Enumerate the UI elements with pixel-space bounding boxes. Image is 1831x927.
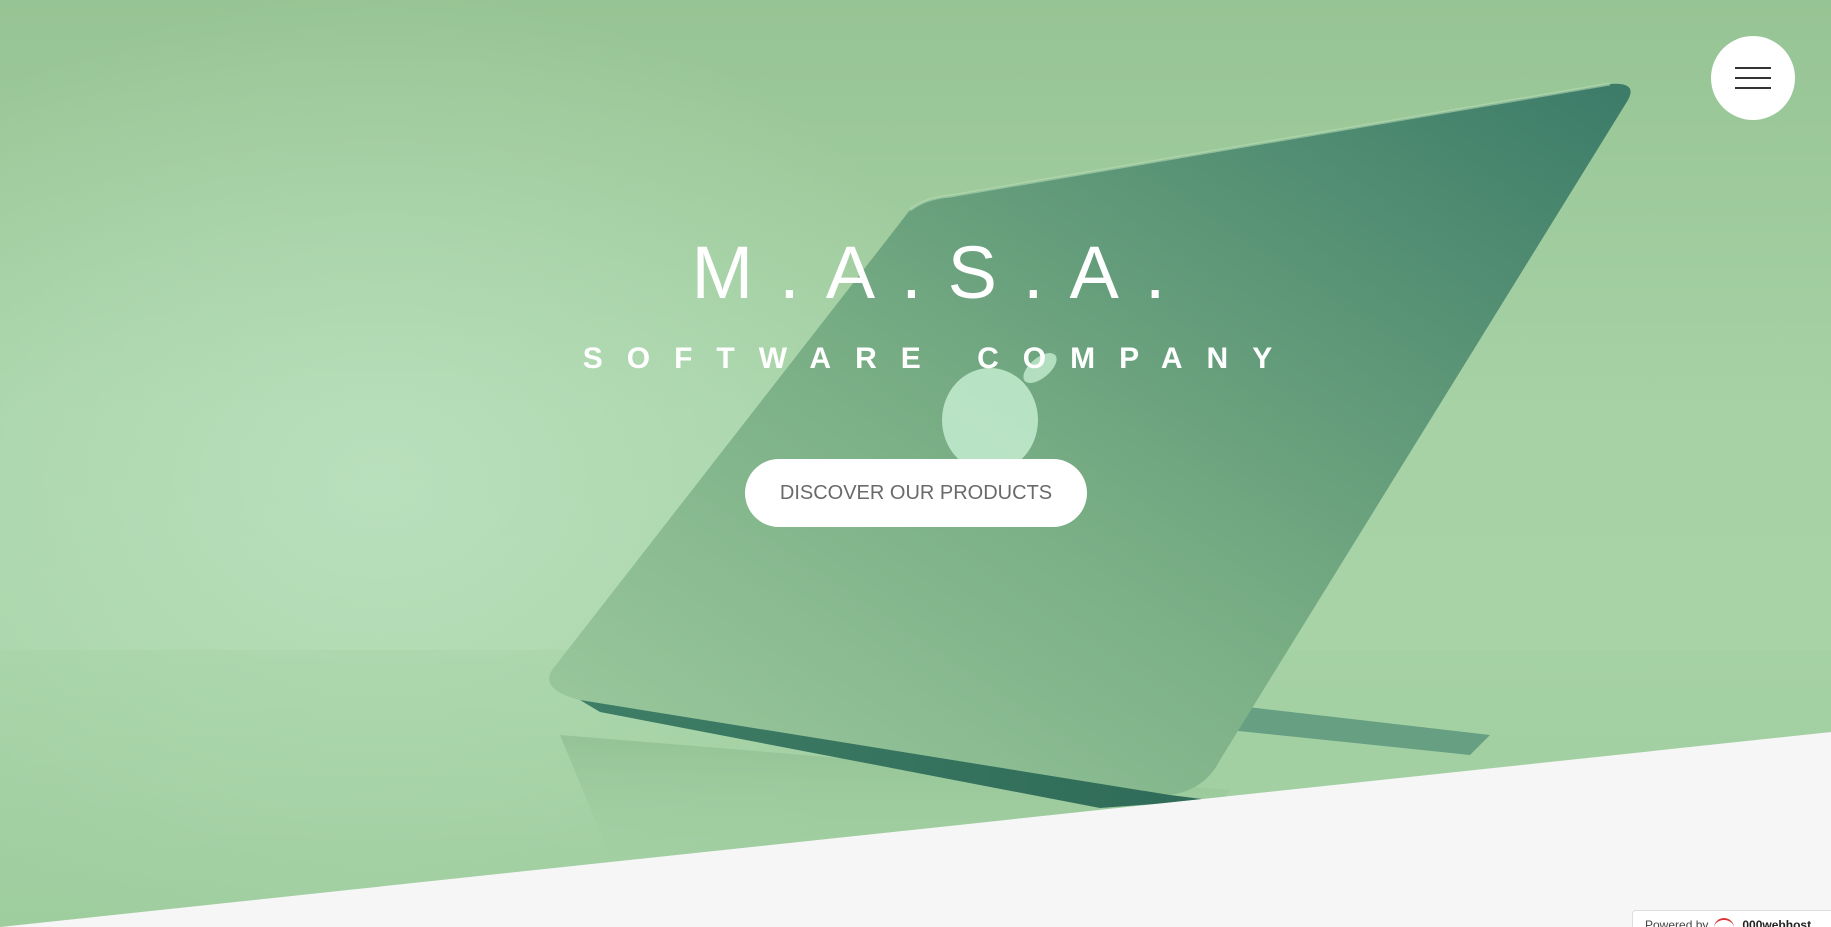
hero-subtitle: SOFTWARE COMPANY xyxy=(582,342,1297,375)
powered-by-label: Powered by xyxy=(1645,918,1709,927)
menu-toggle-button[interactable] xyxy=(1711,36,1795,120)
hamburger-menu-icon-line xyxy=(1735,77,1771,79)
discover-products-button[interactable]: DISCOVER OUR PRODUCTS xyxy=(745,459,1087,527)
discover-products-label: DISCOVER OUR PRODUCTS xyxy=(779,481,1053,504)
hero-title: M.A.S.A. xyxy=(691,231,1192,314)
webhost-logo-icon xyxy=(1714,918,1735,927)
hamburger-menu-icon-line xyxy=(1735,87,1771,89)
powered-by-badge[interactable]: Powered by 000webhost xyxy=(1632,910,1831,927)
powered-by-brand: 000webhost xyxy=(1742,918,1812,927)
hamburger-menu-icon xyxy=(1735,67,1771,69)
